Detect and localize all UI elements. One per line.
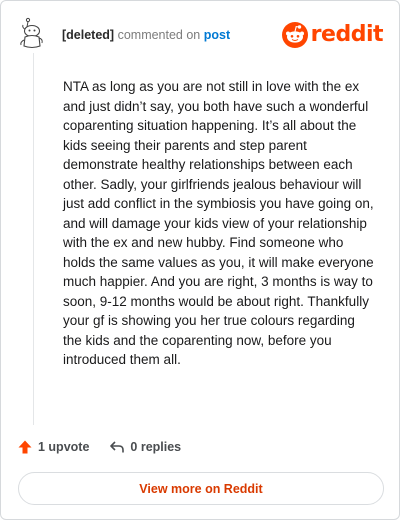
comment-body: NTA as long as you are not still in love… — [63, 79, 374, 367]
upvote-count: 1 upvote — [38, 440, 90, 454]
deleted-user-avatar-icon — [20, 17, 43, 49]
arrow-up-icon — [18, 440, 32, 454]
replies-button[interactable]: 0 replies — [109, 439, 181, 455]
username[interactable]: [deleted] — [62, 28, 114, 42]
post-link[interactable]: post — [204, 28, 230, 42]
comment-actions: 1 upvote 0 replies — [17, 437, 181, 457]
comment-header: [deleted] commented on post reddit — [19, 17, 384, 53]
view-more-button[interactable]: View more on Reddit — [18, 472, 384, 505]
thread-line — [33, 53, 34, 425]
upvote-button[interactable]: 1 upvote — [17, 439, 89, 455]
reddit-logo[interactable]: reddit — [281, 21, 384, 49]
reddit-snoo-icon — [281, 22, 308, 48]
comment-meta: [deleted] commented on post — [62, 27, 230, 43]
replies-count: 0 replies — [130, 440, 182, 454]
comment-card: [deleted] commented on post reddit NTA a… — [0, 0, 400, 520]
reddit-wordmark: reddit — [310, 22, 384, 47]
reply-icon — [110, 441, 125, 453]
action-text: commented on — [117, 28, 201, 42]
